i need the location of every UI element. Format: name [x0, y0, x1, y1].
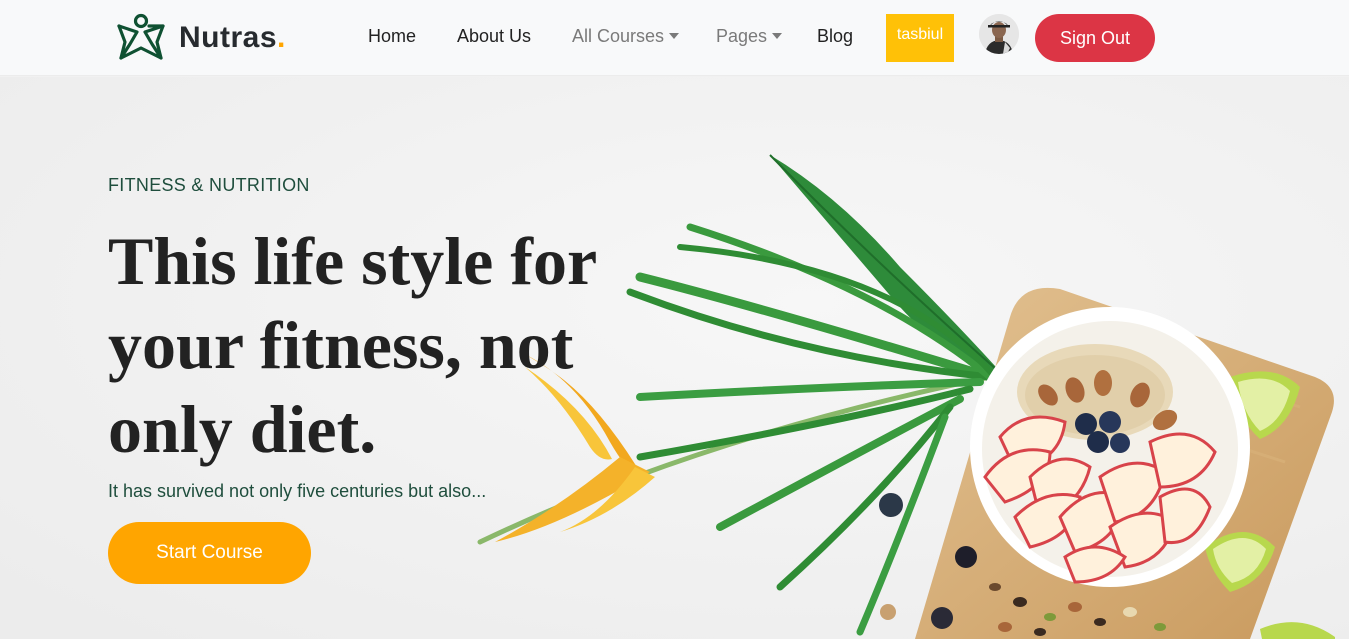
chevron-down-icon — [669, 33, 680, 39]
nav-all-courses-label: All Courses — [572, 26, 665, 46]
hero-headline: This life style for your fitness, not on… — [108, 223, 596, 467]
hero-section: FITNESS & NUTRITION This life style for … — [0, 77, 1349, 639]
chevron-down-icon — [772, 33, 783, 39]
nav-home[interactable]: Home — [368, 24, 416, 48]
hero-subtext: It has survived not only five centuries … — [108, 481, 487, 501]
navbar: Nutras. Home About Us All Courses Pages … — [0, 0, 1349, 76]
brand-link[interactable]: Nutras. — [115, 12, 286, 64]
brand-dot: . — [277, 21, 286, 54]
user-avatar-icon[interactable] — [979, 14, 1019, 54]
nav-all-courses-dropdown[interactable]: All Courses — [572, 24, 680, 48]
person-star-logo-icon — [117, 13, 165, 60]
sign-out-button[interactable]: Sign Out — [1035, 14, 1155, 62]
nav-pages-dropdown[interactable]: Pages — [716, 24, 783, 48]
hero-eyebrow: FITNESS & NUTRITION — [108, 175, 310, 195]
brand-name: Nutras. — [179, 21, 286, 54]
nav-about-us[interactable]: About Us — [457, 24, 531, 48]
start-course-button[interactable]: Start Course — [108, 522, 311, 584]
nav-blog[interactable]: Blog — [817, 24, 853, 48]
user-avatar-image — [979, 14, 1019, 54]
nav-pages-label: Pages — [716, 26, 768, 46]
username-badge[interactable]: tasbiul — [886, 14, 954, 62]
